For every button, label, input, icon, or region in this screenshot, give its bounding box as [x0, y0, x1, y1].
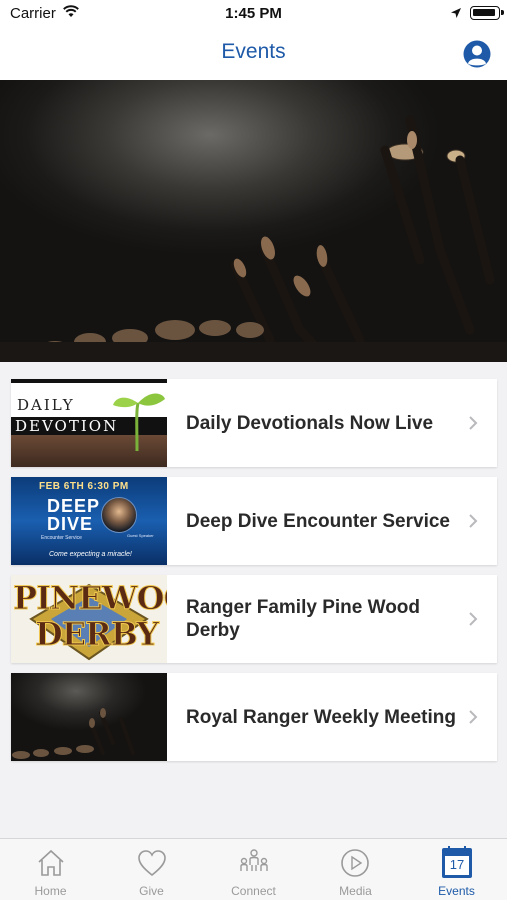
event-title: Daily Devotionals Now Live [186, 412, 434, 434]
nav-bar: Events [0, 28, 507, 80]
page-title: Events [221, 40, 286, 63]
tab-connect[interactable]: Connect [202, 839, 305, 900]
tab-home[interactable]: Home [0, 839, 101, 900]
thumbnail-text: DAILY [17, 396, 75, 414]
thumbnail-text: DERBY [34, 615, 159, 654]
seedling-icon [113, 393, 165, 451]
event-title: Royal Ranger Weekly Meeting [186, 706, 456, 728]
event-card-daily-devotionals[interactable]: DAILY DEVOTION Daily Devotionals Now Liv… [11, 379, 497, 467]
thumbnail-text: Encounter Service [41, 535, 82, 541]
tab-label: Give [139, 884, 164, 898]
battery-icon [470, 6, 504, 20]
event-card-deep-dive[interactable]: FEB 6TH 6:30 PM DEEP DIVE Encounter Serv… [11, 477, 497, 565]
event-thumbnail: DAILY DEVOTION [11, 379, 167, 467]
tab-media[interactable]: Media [305, 839, 406, 900]
location-icon [450, 6, 462, 24]
event-thumbnail: PINEWOOD DERBY [11, 575, 167, 663]
play-icon [341, 849, 369, 877]
chevron-right-icon [469, 710, 478, 724]
thumbnail-text: Come expecting a miracle! [49, 551, 132, 558]
event-title: Ranger Family Pine Wood Derby [186, 597, 421, 641]
event-title: Deep Dive Encounter Service [186, 510, 450, 532]
thumbnail-text: DEVOTION [15, 417, 119, 435]
chevron-right-icon [469, 416, 478, 430]
thumbnail-text: Guest Speaker [127, 533, 154, 538]
tab-label: Events [438, 884, 475, 898]
event-thumbnail: FEB 6TH 6:30 PM DEEP DIVE Encounter Serv… [11, 477, 167, 565]
home-icon [38, 849, 64, 876]
tab-label: Home [34, 884, 67, 898]
event-card-pinewood-derby[interactable]: PINEWOOD DERBY Ranger Family Pine Wood D… [11, 575, 497, 663]
tab-bar: Home Give Connect Media 17 Events [0, 838, 507, 900]
tab-label: Connect [231, 884, 276, 898]
status-bar: Carrier 1:45 PM [0, 0, 507, 28]
tab-give[interactable]: Give [101, 839, 202, 900]
hero-banner-image [0, 80, 507, 362]
thumbnail-text: FEB 6TH 6:30 PM [39, 481, 129, 492]
people-icon [240, 849, 268, 871]
clock: 1:45 PM [225, 5, 282, 22]
event-card-royal-ranger[interactable]: Royal Ranger Weekly Meeting [11, 673, 497, 761]
chevron-right-icon [469, 514, 478, 528]
thumbnail-text: PINEWOOD [12, 579, 167, 618]
thumbnail-text: DEEP [47, 496, 101, 516]
thumbnail-text: DIVE [47, 514, 94, 534]
heart-icon [138, 850, 166, 877]
profile-icon[interactable] [462, 39, 492, 69]
speaker-photo [101, 497, 137, 533]
calendar-day: 17 [449, 857, 465, 872]
calendar-icon: 17 [442, 846, 472, 878]
tab-label: Media [339, 884, 372, 898]
tab-events[interactable]: 17 Events [406, 839, 507, 900]
event-thumbnail [11, 673, 167, 761]
events-list: DAILY DEVOTION Daily Devotionals Now Liv… [11, 379, 497, 771]
chevron-right-icon [469, 612, 478, 626]
